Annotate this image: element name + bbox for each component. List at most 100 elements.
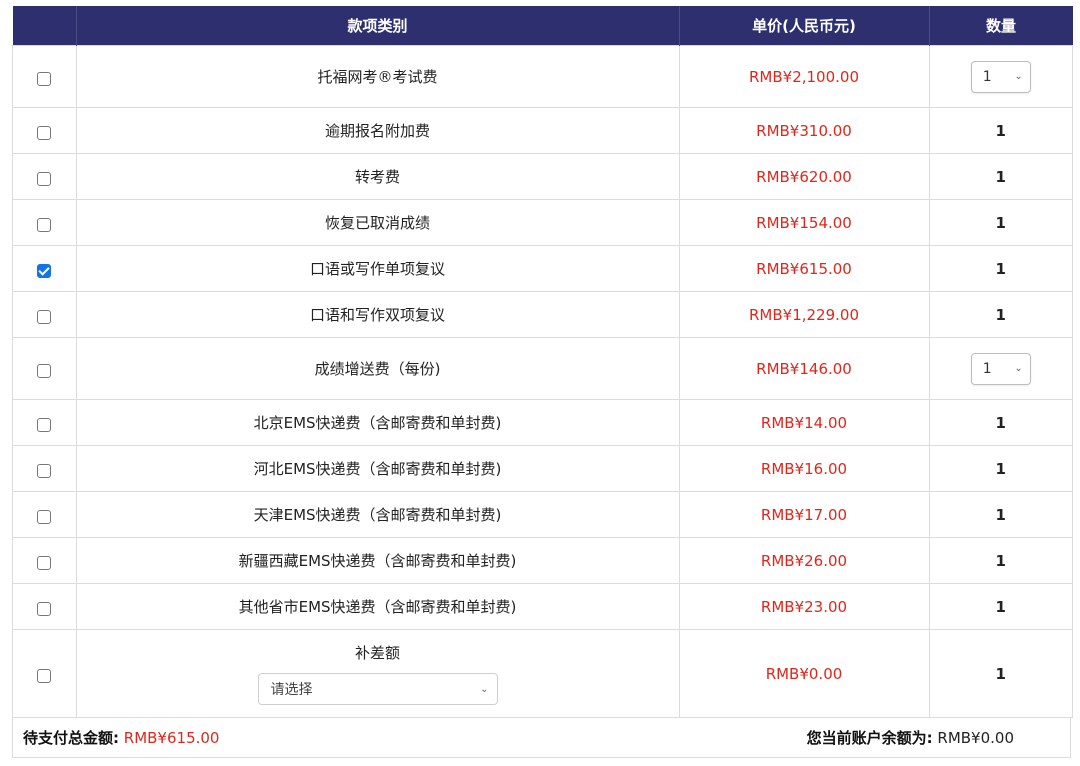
row-fee-name: 成绩增送费（每份) (75, 337, 680, 400)
row-checkbox-cell (12, 399, 77, 446)
row-quantity-cell: 1 (928, 583, 1073, 630)
row-quantity: 1 (995, 121, 1006, 140)
header-select-column (12, 6, 76, 46)
fee-table-body: 托福网考®考试费 RMB¥2,100.00 1 ⌄ 逾期报名附加费 RMB¥310.00 1… (12, 45, 1073, 630)
row-price: RMB¥310.00 (678, 107, 930, 154)
row-price: RMB¥17.00 (678, 491, 930, 538)
row-price: RMB¥615.00 (678, 245, 930, 292)
row-checkbox-cell (12, 445, 77, 492)
quantity-select-value: 1 (982, 68, 992, 85)
row-fee-name: 口语和写作双项复议 (75, 291, 680, 338)
row-checkbox[interactable] (37, 463, 52, 478)
fee-selection-panel: 款项类别 单价(人民币元) 数量 托福网考®考试费 RMB¥2,100.00 1 ⌄ 逾… (12, 6, 1073, 758)
account-balance-value: RMB¥0.00 (937, 729, 1014, 747)
table-row: 口语和写作双项复议 RMB¥1,229.00 1 (12, 291, 1073, 338)
row-checkbox[interactable] (37, 509, 52, 524)
difference-select[interactable]: 请选择 ⌄ (257, 673, 498, 705)
total-due-value: RMB¥615.00 (123, 729, 220, 747)
row-checkbox-cell (12, 537, 77, 584)
row-quantity: 1 (995, 505, 1006, 524)
row-quantity-cell: 1 (928, 107, 1073, 154)
row-checkbox[interactable] (37, 601, 52, 616)
table-row: 逾期报名附加费 RMB¥310.00 1 (12, 107, 1073, 154)
header-price: 单价(人民币元) (678, 6, 929, 46)
quantity-select[interactable]: 1 ⌄ (970, 60, 1031, 93)
row-fee-name: 北京EMS快递费（含邮寄费和单封费) (75, 399, 680, 446)
row-checkbox-cell (12, 245, 77, 292)
row-quantity: 1 (995, 597, 1006, 616)
header-quantity: 数量 (928, 6, 1073, 46)
row-checkbox[interactable] (37, 309, 52, 324)
table-row: 恢复已取消成绩 RMB¥154.00 1 (12, 199, 1073, 246)
difference-name-cell: 补差额 请选择 ⌄ (75, 629, 680, 718)
row-fee-name: 其他省市EMS快递费（含邮寄费和单封费) (75, 583, 680, 630)
difference-select-value: 请选择 (270, 682, 313, 698)
row-quantity: 1 (928, 629, 1073, 718)
row-quantity: 1 (995, 551, 1006, 570)
quantity-select-value: 1 (982, 360, 992, 377)
row-checkbox-cell (12, 629, 77, 718)
table-row: 天津EMS快递费（含邮寄费和单封费) RMB¥17.00 1 (12, 491, 1073, 538)
row-quantity: 1 (995, 213, 1006, 232)
row-quantity: 1 (995, 167, 1006, 186)
row-checkbox-cell (12, 107, 77, 154)
row-fee-name: 恢复已取消成绩 (75, 199, 680, 246)
row-quantity-cell: 1 (928, 537, 1073, 584)
row-quantity-cell: 1 (928, 291, 1073, 338)
row-price: RMB¥146.00 (678, 337, 930, 400)
table-row: 托福网考®考试费 RMB¥2,100.00 1 ⌄ (12, 45, 1073, 108)
row-quantity-cell: 1 (928, 445, 1073, 492)
header-category: 款项类别 (75, 6, 679, 46)
row-checkbox[interactable] (37, 363, 52, 378)
row-price: RMB¥154.00 (678, 199, 930, 246)
row-quantity: 1 (995, 413, 1006, 432)
table-row: 新疆西藏EMS快递费（含邮寄费和单封费) RMB¥26.00 1 (12, 537, 1073, 584)
row-checkbox[interactable] (37, 171, 52, 186)
row-price: RMB¥23.00 (678, 583, 930, 630)
row-price: RMB¥620.00 (678, 153, 930, 200)
table-row: 北京EMS快递费（含邮寄费和单封费) RMB¥14.00 1 (12, 399, 1073, 446)
row-fee-name: 转考费 (75, 153, 680, 200)
row-quantity: 1 (995, 305, 1006, 324)
row-fee-name: 新疆西藏EMS快递费（含邮寄费和单封费) (75, 537, 680, 584)
row-checkbox[interactable] (37, 125, 52, 140)
difference-body: 补差额 请选择 ⌄ RMB¥0.00 1 (12, 629, 1073, 718)
quantity-select[interactable]: 1 ⌄ (970, 352, 1031, 385)
row-quantity-cell: 1 (928, 399, 1073, 446)
row-quantity-cell: 1 (928, 245, 1073, 292)
row-checkbox-cell (12, 199, 77, 246)
difference-label: 补差额 (354, 644, 400, 662)
row-quantity-cell: 1 (928, 153, 1073, 200)
account-balance: 您当前账户余额为: RMB¥0.00 (807, 727, 1014, 748)
row-checkbox[interactable] (37, 555, 52, 570)
total-due-label: 待支付总金额: (23, 729, 119, 747)
row-checkbox-cell (12, 491, 77, 538)
row-checkbox-checked[interactable] (37, 263, 52, 278)
row-price: RMB¥2,100.00 (678, 45, 930, 108)
row-checkbox-cell (12, 45, 77, 108)
row-checkbox[interactable] (37, 217, 52, 232)
table-row: 转考费 RMB¥620.00 1 (12, 153, 1073, 200)
row-quantity: 1 (995, 259, 1006, 278)
row-fee-name: 口语或写作单项复议 (75, 245, 680, 292)
row-quantity-cell: 1 ⌄ (928, 337, 1073, 400)
chevron-down-icon: ⌄ (1014, 363, 1023, 374)
total-due: 待支付总金额: RMB¥615.00 (23, 727, 219, 748)
summary-footer: 待支付总金额: RMB¥615.00 您当前账户余额为: RMB¥0.00 (12, 718, 1071, 758)
row-checkbox-cell (12, 583, 77, 630)
row-checkbox[interactable] (37, 417, 52, 432)
row-fee-name: 托福网考®考试费 (75, 45, 680, 108)
row-quantity: 1 (995, 459, 1006, 478)
row-fee-name: 河北EMS快递费（含邮寄费和单封费) (75, 445, 680, 492)
row-checkbox-cell (12, 153, 77, 200)
row-price: RMB¥1,229.00 (678, 291, 930, 338)
chevron-down-icon: ⌄ (480, 683, 489, 695)
row-checkbox[interactable] (37, 71, 52, 86)
account-balance-label: 您当前账户余额为: (806, 729, 933, 747)
table-row-difference: 补差额 请选择 ⌄ RMB¥0.00 1 (12, 629, 1073, 718)
row-price: RMB¥16.00 (678, 445, 930, 492)
row-price: RMB¥14.00 (678, 399, 930, 446)
row-fee-name: 天津EMS快递费（含邮寄费和单封费) (75, 491, 680, 538)
row-checkbox[interactable] (37, 668, 52, 683)
table-row: 其他省市EMS快递费（含邮寄费和单封费) RMB¥23.00 1 (12, 583, 1073, 630)
